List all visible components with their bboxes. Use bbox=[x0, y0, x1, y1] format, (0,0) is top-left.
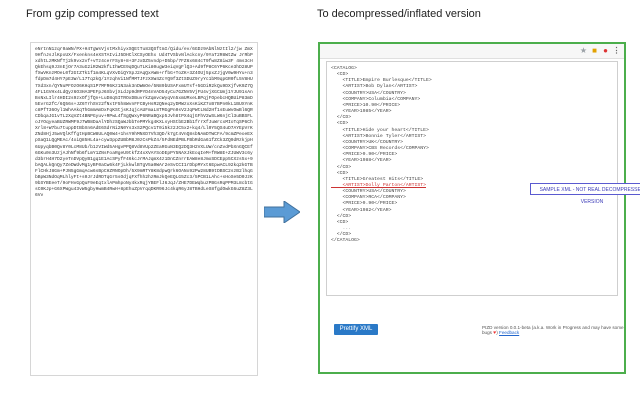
star-icon[interactable]: ★ bbox=[579, 46, 588, 55]
xml-line: <COMPANY>Columbia</COMPANY> bbox=[331, 96, 421, 102]
xml-line: <CD> bbox=[331, 219, 349, 225]
xml-line: <TITLE>Greatest Hits</TITLE> bbox=[331, 176, 424, 182]
xml-line: <COUNTRY>USA</COUNTRY> bbox=[331, 90, 406, 96]
right-arrow-icon bbox=[264, 201, 300, 223]
version-text: PIZD version 0.0.1-beta (a.k.a. Work in … bbox=[482, 325, 624, 336]
browser-toolbar: ★ ■ ● ⋮ bbox=[320, 44, 624, 59]
prettify-xml-button[interactable]: Prettify XML bbox=[334, 324, 378, 335]
feedback-link[interactable]: Feedback bbox=[499, 330, 519, 335]
sample-label: SAMPLE XML - NOT REAL DECOMPRESSED VERSI… bbox=[530, 183, 640, 205]
xml-line: <ARTIST>Bob Dylan</ARTIST> bbox=[331, 84, 418, 90]
menu-icon[interactable]: ⋮ bbox=[612, 46, 621, 55]
xml-line: <TITLE>Empire Burlesque</TITLE> bbox=[331, 78, 432, 84]
gzip-text-panel: eNrtnN1zqr0aWN/PX+H4TgWsVjstMxhiyxSQEtTu… bbox=[30, 42, 258, 376]
xml-line: <TITLE>Hide your heart</TITLE> bbox=[331, 127, 429, 133]
xml-line: <ARTIST>Dolly Parton</ARTIST> bbox=[331, 182, 427, 188]
left-caption: From gzip compressed text bbox=[26, 8, 159, 20]
xml-line: <COMPANY>CBS Records</COMPANY> bbox=[331, 146, 429, 152]
xml-line: ... bbox=[331, 226, 352, 232]
xml-line: <COUNTRY>UK</COUNTRY> bbox=[331, 139, 403, 145]
xml-line: <YEAR>1985</YEAR> bbox=[331, 109, 392, 115]
xml-line: <PRICE>9.90</PRICE> bbox=[331, 152, 398, 158]
xml-code: <CATALOG> <CD> <TITLE>Empire Burlesque</… bbox=[331, 66, 432, 245]
gzip-text: eNrtnN1zqr0aWN/PX+H4TgWsVjstMxhiyxSQEtTu… bbox=[35, 47, 253, 199]
xml-line: <CATALOG> bbox=[331, 66, 357, 71]
xml-line: </CD> bbox=[331, 164, 352, 170]
xml-line: <PRICE>9.90</PRICE> bbox=[331, 201, 398, 207]
xml-line: </CD> bbox=[331, 232, 352, 238]
extension-icon[interactable]: ● bbox=[601, 46, 610, 55]
xml-line: <CD> bbox=[331, 170, 349, 176]
xml-line: </CATALOG> bbox=[331, 238, 360, 244]
xml-line: </CD> bbox=[331, 213, 352, 219]
xml-line: <ARTIST>Bonnie Tyler</ARTIST> bbox=[331, 133, 427, 139]
xml-line: <CD> bbox=[331, 72, 349, 78]
xml-line: </CD> bbox=[331, 115, 352, 121]
xml-line: <COMPANY>RCA</COMPANY> bbox=[331, 195, 406, 201]
extension-icon[interactable]: ■ bbox=[590, 46, 599, 55]
browser-window: ★ ■ ● ⋮ <CATALOG> <CD> <TITLE>Empire Bur… bbox=[318, 42, 640, 374]
xml-output: <CATALOG> <CD> <TITLE>Empire Burlesque</… bbox=[326, 61, 618, 296]
xml-line: <YEAR>1982</YEAR> bbox=[331, 207, 392, 213]
xml-line: <YEAR>1988</YEAR> bbox=[331, 158, 392, 164]
xml-line: <COUNTRY>USA</COUNTRY> bbox=[331, 189, 406, 195]
right-caption: To decompressed/inflated version bbox=[317, 8, 481, 20]
xml-line: <PRICE>10.90</PRICE> bbox=[331, 102, 401, 108]
xml-line: <CD> bbox=[331, 121, 349, 127]
